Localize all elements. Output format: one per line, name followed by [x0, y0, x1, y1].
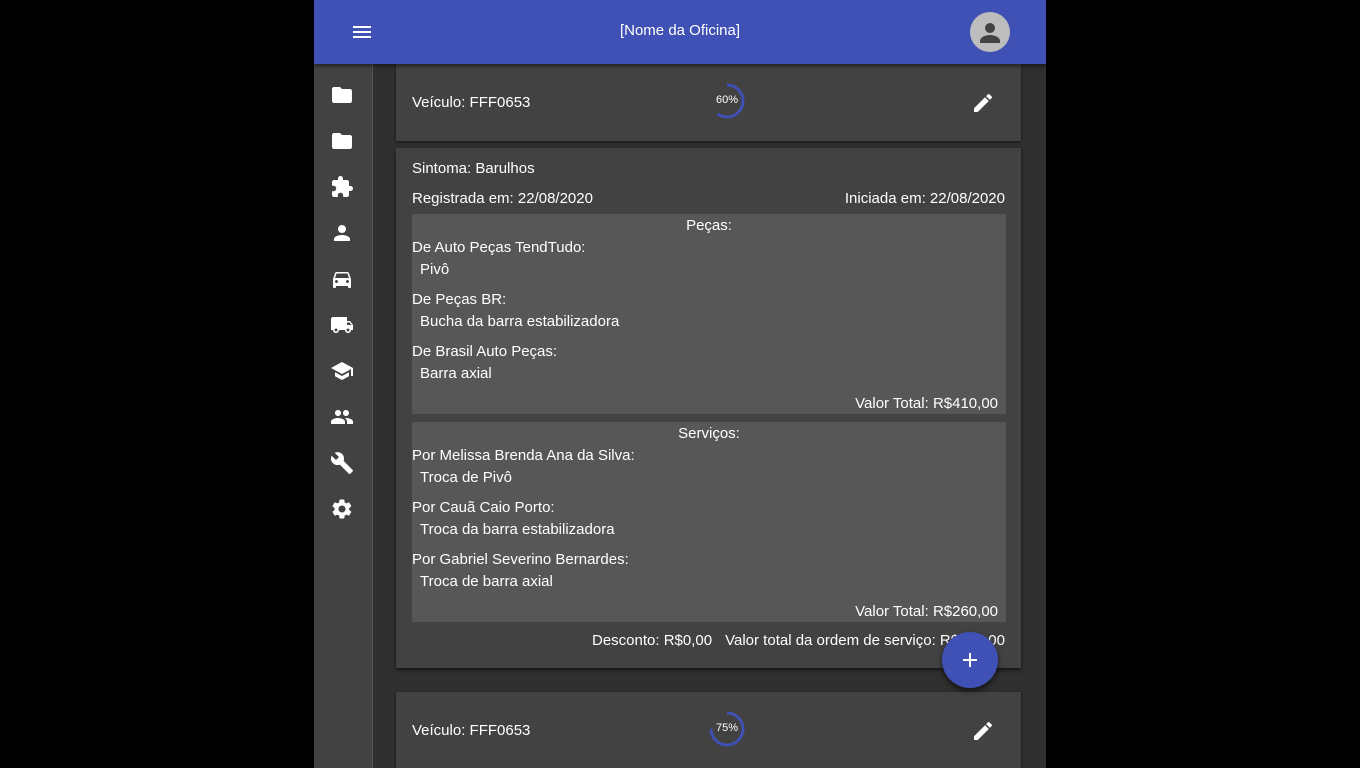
progress-label: 75%: [715, 722, 739, 734]
started-date: Iniciada em: 22/08/2020: [844, 190, 1005, 207]
edit-icon[interactable]: [971, 91, 995, 115]
part-supplier: De Peças BR:: [412, 291, 507, 308]
vehicle-label: Veículo: FFF0653: [412, 94, 531, 111]
services-section: Serviços: Por Melissa Brenda Ana da Silv…: [412, 422, 1006, 622]
sidebar: [314, 64, 373, 768]
parts-total: Valor Total: R$410,00: [855, 395, 998, 412]
wrench-icon[interactable]: [330, 451, 354, 475]
symptom-text: Sintoma: Barulhos: [412, 160, 535, 177]
service-item: Troca de Pivô: [420, 469, 512, 486]
person-icon[interactable]: [330, 221, 354, 245]
services-total: Valor Total: R$260,00: [855, 603, 998, 620]
progress-ring: 75%: [708, 710, 746, 748]
folder-icon[interactable]: [330, 129, 354, 153]
truck-icon[interactable]: [330, 313, 354, 337]
car-icon[interactable]: [330, 267, 354, 291]
plus-icon: [963, 653, 977, 667]
order-card-header[interactable]: Veículo: FFF0653 75%: [396, 692, 1021, 768]
people-icon[interactable]: [330, 405, 354, 429]
puzzle-icon[interactable]: [330, 175, 354, 199]
order-card-details: Sintoma: Barulhos Registrada em: 22/08/2…: [396, 148, 1021, 668]
progress-ring: 60%: [708, 82, 746, 120]
service-worker: Por Cauã Caio Porto:: [412, 499, 555, 516]
services-title: Serviços:: [678, 425, 740, 442]
settings-icon[interactable]: [330, 497, 354, 521]
parts-section: Peças: De Auto Peças TendTudo: Pivô De P…: [412, 214, 1006, 414]
registered-date: Registrada em: 22/08/2020: [412, 190, 593, 207]
part-supplier: De Brasil Auto Peças:: [412, 343, 558, 360]
service-item: Troca de barra axial: [420, 573, 553, 590]
discount-text: Desconto: R$0,00: [592, 632, 713, 649]
add-order-button[interactable]: [942, 632, 998, 688]
app-title: [Nome da Oficina]: [619, 22, 741, 39]
order-card-header[interactable]: Veículo: FFF0653 60%: [396, 64, 1021, 141]
progress-label: 60%: [715, 94, 739, 106]
top-app-bar: [Nome da Oficina]: [314, 0, 1046, 64]
vehicle-label: Veículo: FFF0653: [412, 722, 531, 739]
app-window: [Nome da Oficina] Veículo: FFF0653 60% S…: [314, 0, 1046, 768]
account-icon[interactable]: [970, 12, 1010, 52]
service-worker: Por Gabriel Severino Bernardes:: [412, 551, 629, 568]
edit-icon[interactable]: [971, 719, 995, 743]
service-worker: Por Melissa Brenda Ana da Silva:: [412, 447, 635, 464]
service-item: Troca da barra estabilizadora: [420, 521, 615, 538]
part-item: Barra axial: [420, 365, 492, 382]
part-supplier: De Auto Peças TendTudo:: [412, 239, 586, 256]
part-item: Bucha da barra estabilizadora: [420, 313, 620, 330]
part-item: Pivô: [420, 261, 450, 278]
parts-title: Peças:: [686, 217, 732, 234]
school-icon[interactable]: [330, 359, 354, 383]
folder-icon[interactable]: [330, 83, 354, 107]
